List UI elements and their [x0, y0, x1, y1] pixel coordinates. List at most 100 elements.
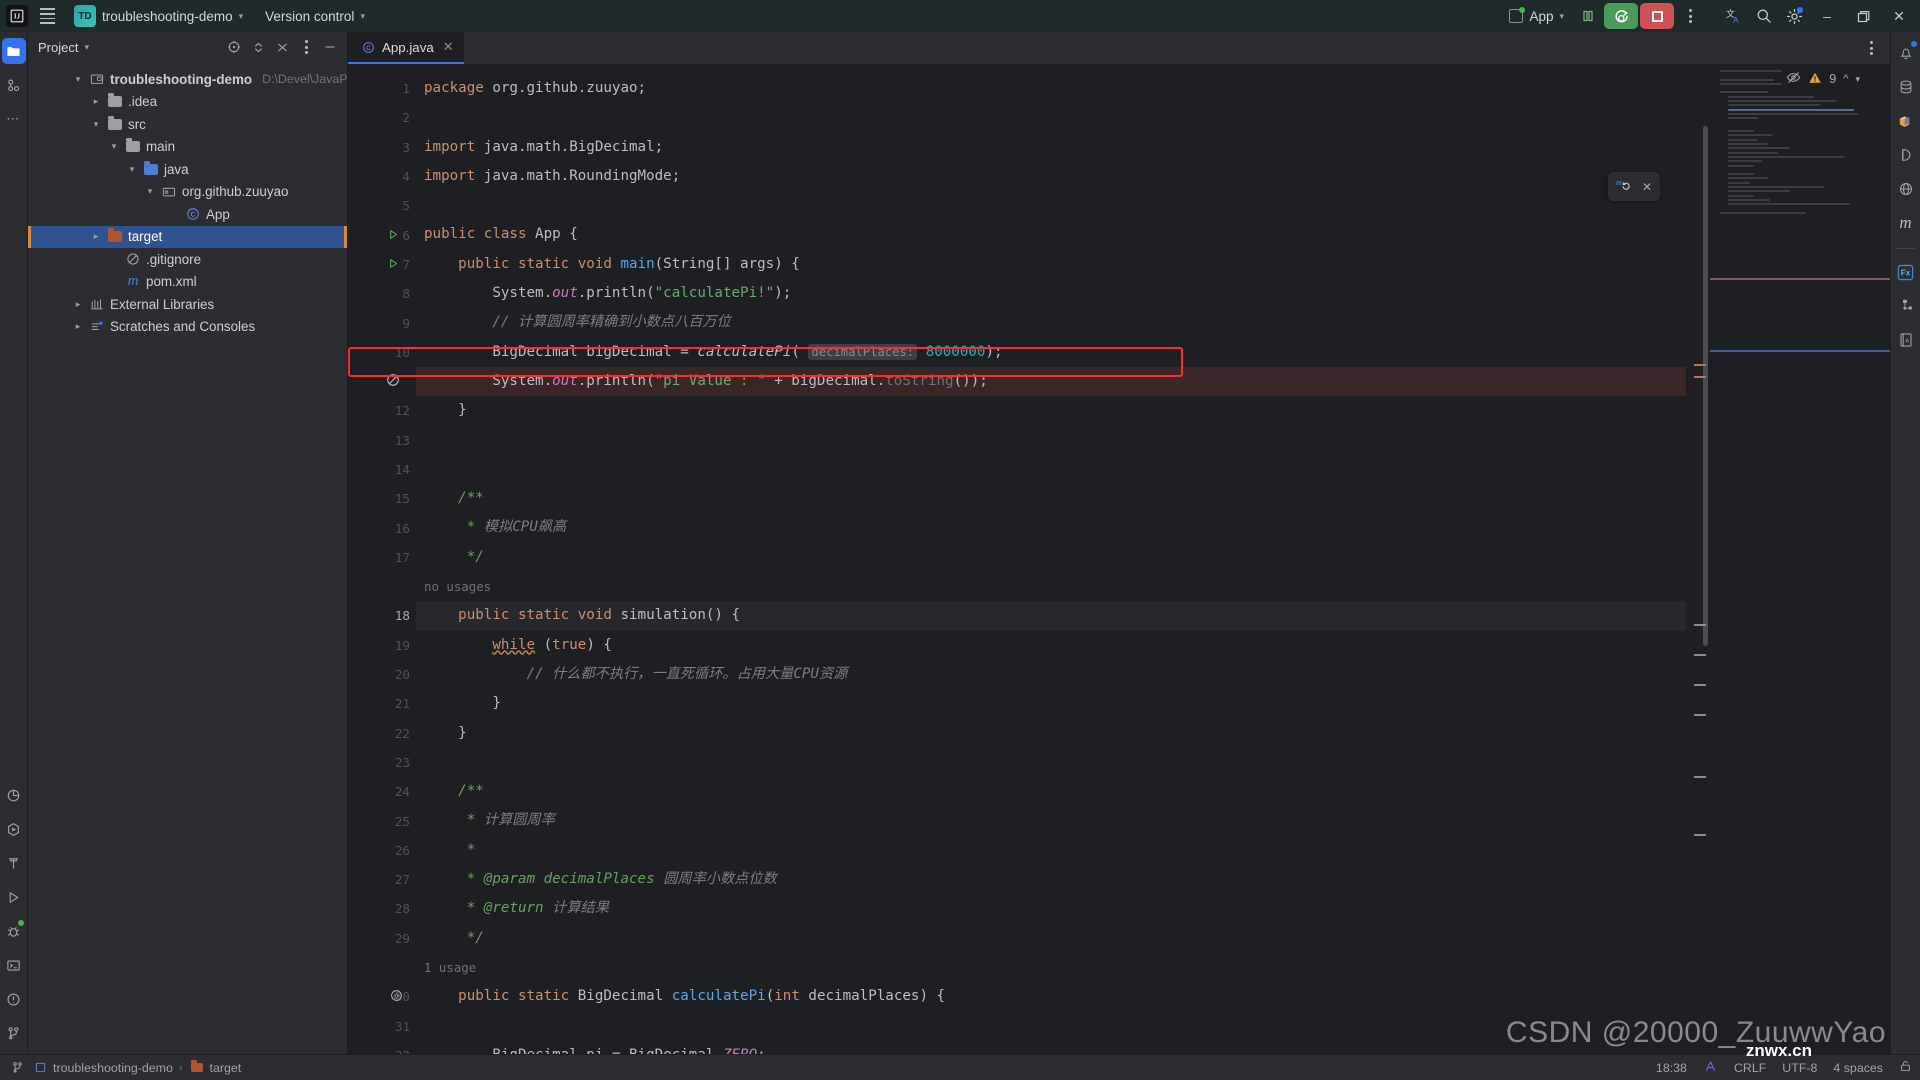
editor-gutter[interactable]: 1 2 3 4 5 6 7 8 9 10 12 13 14 15 16 17 18 19 20 21 22 23 24 25 2… — [348, 64, 416, 1054]
dictionary-icon[interactable]: A — [1894, 327, 1918, 353]
code-line[interactable] — [416, 426, 1686, 455]
gutter-line-number[interactable]: 29 — [348, 924, 416, 953]
gutter-line-number[interactable]: 25 — [348, 806, 416, 835]
run-tool-icon[interactable] — [2, 884, 26, 910]
chevron-right-icon[interactable]: ▸ — [72, 299, 84, 310]
close-icon[interactable]: ✕ — [443, 39, 454, 55]
code-line[interactable]: } — [416, 719, 1686, 748]
editor-tab-app-java[interactable]: C App.java ✕ — [348, 32, 464, 64]
chevron-down-icon[interactable]: ▾ — [108, 141, 120, 152]
gutter-line-number[interactable]: 21 — [348, 689, 416, 718]
editor-scrollbar-thumb[interactable] — [1703, 126, 1708, 646]
build-tool-icon[interactable] — [2, 850, 26, 876]
code-line[interactable]: BigDecimal bigDecimal = calculatePi( dec… — [416, 338, 1686, 367]
code-line[interactable]: */ — [416, 543, 1686, 572]
usage-hint[interactable]: 1 usage — [416, 953, 1686, 982]
run-configuration-selector[interactable]: App ▾ — [1501, 6, 1572, 27]
terminal-tool-icon[interactable] — [2, 952, 26, 978]
code-line[interactable] — [416, 748, 1686, 777]
gutter-line-number[interactable]: 14 — [348, 455, 416, 484]
structure-icon[interactable] — [1894, 293, 1918, 319]
notifications-icon[interactable] — [1894, 40, 1918, 66]
project-tool-icon[interactable] — [1, 38, 26, 64]
maven-package-icon[interactable] — [1894, 108, 1918, 134]
editor-code[interactable]: package org.github.zuuyao; import java.m… — [416, 64, 1686, 1054]
code-line[interactable]: * @param decimalPlaces 圆周率小数点位数 — [416, 865, 1686, 894]
collapse-all-icon[interactable] — [271, 36, 293, 58]
error-stripe[interactable] — [1686, 64, 1710, 1054]
stripe-mark-warning[interactable] — [1694, 624, 1706, 626]
code-line[interactable]: import java.math.BigDecimal; — [416, 133, 1686, 162]
gutter-line-number[interactable]: 12 — [348, 396, 416, 425]
close-icon[interactable]: ✕ — [1642, 180, 1652, 194]
line-separator-label[interactable]: CRLF — [1734, 1061, 1766, 1075]
tree-item-app-class[interactable]: ▸ C App — [28, 203, 347, 226]
indent-label[interactable]: 4 spaces — [1833, 1061, 1883, 1075]
branch-icon[interactable] — [8, 1059, 26, 1077]
problems-tool-icon[interactable] — [2, 986, 26, 1012]
breadcrumb-project[interactable]: troubleshooting-demo — [32, 1060, 173, 1076]
code-line[interactable]: System.out.println("calculatePi!"); — [416, 279, 1686, 308]
code-line[interactable]: * @return 计算结果 — [416, 894, 1686, 923]
usage-hint[interactable]: no usages — [416, 572, 1686, 601]
stop-button[interactable] — [1640, 3, 1674, 29]
code-line[interactable]: public static void main(String[] args) { — [416, 250, 1686, 279]
chevron-up-icon[interactable]: ^ — [1843, 73, 1848, 85]
code-line[interactable]: // 计算圆周率精确到小数点八百万位 — [416, 308, 1686, 337]
code-line[interactable] — [416, 455, 1686, 484]
expand-collapse-icon[interactable] — [247, 36, 269, 58]
gutter-line-number[interactable]: 6 — [348, 220, 416, 249]
gutter-line-number[interactable]: 32 — [348, 1041, 416, 1054]
code-line[interactable] — [416, 1012, 1686, 1041]
gutter-line-number[interactable]: 1 — [348, 74, 416, 103]
gutter-line-number[interactable]: 31 — [348, 1012, 416, 1041]
code-line[interactable]: // 什么都不执行，一直死循环。占用大量CPU资源 — [416, 660, 1686, 689]
minimize-window-button[interactable]: ‒ — [1810, 0, 1844, 32]
gutter-line-number[interactable]: 19 — [348, 631, 416, 660]
gutter-line-number[interactable]: 28 — [348, 894, 416, 923]
tree-item-main[interactable]: ▾ main — [28, 136, 347, 159]
gutter-line-number[interactable]: 23 — [348, 748, 416, 777]
gutter-line-number[interactable]: 13 — [348, 426, 416, 455]
run-gutter-icon[interactable] — [388, 228, 399, 243]
stripe-mark-warning[interactable] — [1694, 684, 1706, 686]
run-with-coverage-button[interactable] — [1604, 3, 1638, 29]
stripe-mark-warning[interactable] — [1694, 834, 1706, 836]
commit-tool-icon[interactable] — [2, 72, 26, 98]
encoding-label[interactable]: UTF-8 — [1782, 1061, 1817, 1075]
unlocked-icon[interactable] — [1899, 1059, 1912, 1076]
project-switcher[interactable]: TD troubleshooting-demo ▾ — [66, 2, 251, 30]
chevron-down-icon[interactable]: ▾ — [84, 42, 89, 53]
stripe-mark-warning[interactable] — [1694, 776, 1706, 778]
more-tool-icon[interactable]: ⋯ — [2, 106, 26, 132]
suppress-gutter-icon[interactable] — [386, 373, 400, 390]
tree-item-idea[interactable]: ▸ .idea — [28, 91, 347, 114]
stripe-mark-warning[interactable] — [1694, 714, 1706, 716]
code-line[interactable]: /** — [416, 777, 1686, 806]
inspection-widget[interactable]: 9 ^ ▾ — [1786, 70, 1860, 88]
maven-reload-popup[interactable]: m ✕ — [1607, 172, 1660, 201]
tree-item-package[interactable]: ▾ org.github.zuuyao — [28, 181, 347, 204]
chevron-down-icon[interactable]: ▾ — [90, 119, 102, 130]
code-line[interactable]: * 模拟CPU飙高 — [416, 513, 1686, 542]
gutter-line-number[interactable]: 15 — [348, 484, 416, 513]
options-icon[interactable] — [295, 36, 317, 58]
chevron-right-icon[interactable]: ▸ — [90, 231, 102, 242]
gutter-line-number[interactable]: 3 — [348, 133, 416, 162]
code-line[interactable]: System.out.println("pi Value : " + bigDe… — [416, 366, 1686, 397]
version-control-tool-icon[interactable] — [2, 1020, 26, 1046]
code-line[interactable] — [416, 103, 1686, 132]
code-line[interactable]: } — [416, 396, 1686, 425]
settings-button[interactable] — [1780, 3, 1808, 29]
chevron-down-icon[interactable]: ▾ — [144, 186, 156, 197]
code-line[interactable]: /** — [416, 484, 1686, 513]
stripe-mark-warning[interactable] — [1694, 376, 1706, 378]
gutter-line-number[interactable]: 17 — [348, 543, 416, 572]
gutter-line-number[interactable]: 4 — [348, 162, 416, 191]
gutter-line-number[interactable]: 27 — [348, 865, 416, 894]
search-button[interactable] — [1750, 3, 1778, 29]
chevron-down-icon[interactable]: ▾ — [72, 74, 84, 85]
gutter-line-number[interactable] — [348, 367, 416, 396]
stripe-mark-warning[interactable] — [1694, 654, 1706, 656]
code-line[interactable]: package org.github.zuuyao; — [416, 74, 1686, 103]
